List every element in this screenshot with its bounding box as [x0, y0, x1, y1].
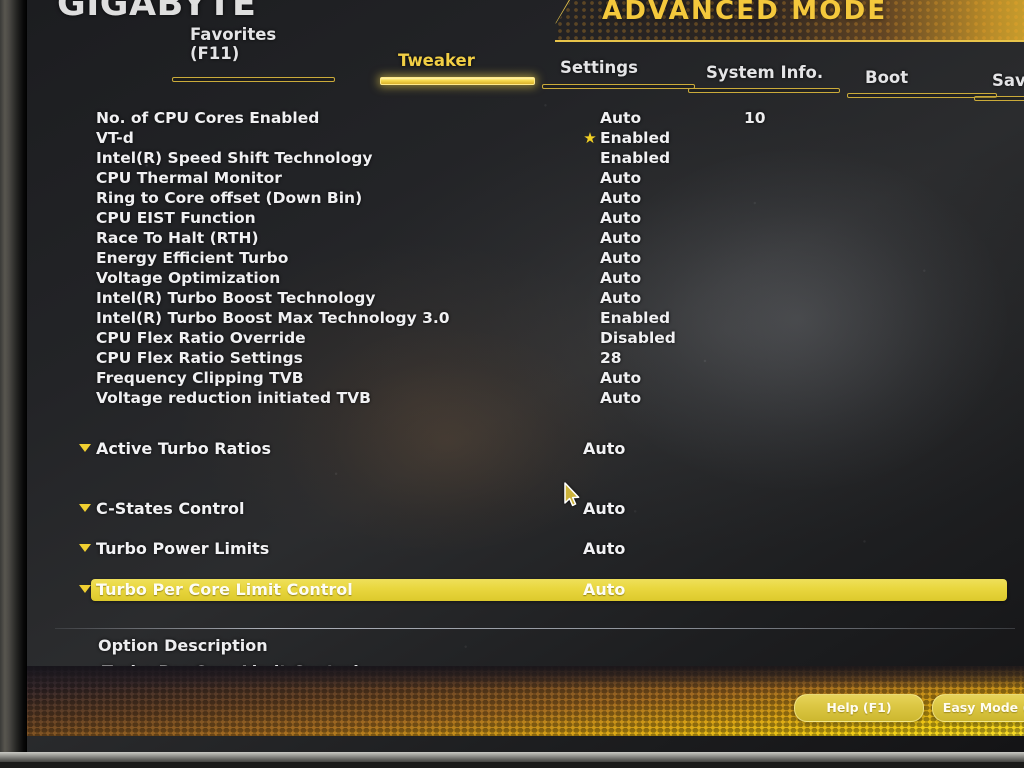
setting-value: 28 — [600, 349, 622, 367]
submenu-value: Auto — [583, 580, 626, 599]
setting-value: Auto — [600, 389, 642, 407]
mouse-pointer-icon — [564, 482, 580, 507]
setting-row-voltage-optimization[interactable]: Voltage Optimization Auto — [96, 268, 996, 288]
setting-value: Auto — [600, 249, 642, 267]
setting-value: Auto — [600, 189, 642, 207]
setting-value: Auto — [600, 269, 642, 287]
setting-value-secondary: 10 — [744, 109, 766, 127]
submenu-label: Turbo Power Limits — [96, 539, 270, 558]
setting-value: Auto — [600, 229, 642, 247]
setting-label: Intel(R) Speed Shift Technology — [96, 149, 373, 167]
setting-value: Enabled — [600, 149, 671, 167]
submenu-row-c-states-control[interactable]: C-States Control Auto — [79, 497, 1019, 521]
setting-row-intel-turbo-boost-max-technology-3[interactable]: Intel(R) Turbo Boost Max Technology 3.0 … — [96, 308, 996, 328]
setting-label: VT-d — [96, 129, 134, 147]
monitor-bezel-left — [0, 0, 27, 768]
triangle-down-icon — [79, 504, 91, 512]
setting-label: CPU Flex Ratio Settings — [96, 349, 303, 367]
triangle-down-icon — [79, 544, 91, 552]
setting-row-ring-to-core-offset[interactable]: Ring to Core offset (Down Bin) Auto — [96, 188, 996, 208]
setting-row-cpu-thermal-monitor[interactable]: CPU Thermal Monitor Auto — [96, 168, 996, 188]
help-button[interactable]: Help (F1) — [794, 694, 924, 722]
setting-row-cpu-flex-ratio-settings[interactable]: CPU Flex Ratio Settings 28 — [96, 348, 996, 368]
setting-label: CPU EIST Function — [96, 209, 256, 227]
setting-row-energy-efficient-turbo[interactable]: Energy Efficient Turbo Auto — [96, 248, 996, 268]
submenu-value: Auto — [583, 539, 626, 558]
option-description-title: Option Description — [98, 636, 268, 655]
setting-label: Voltage Optimization — [96, 269, 281, 287]
setting-value: Disabled — [600, 329, 676, 347]
monitor-photo: ADVANCED MODE GIGABYTE Favorites (F11) T… — [0, 0, 1024, 768]
setting-label: Energy Efficient Turbo — [96, 249, 289, 267]
setting-label: Race To Halt (RTH) — [96, 229, 259, 247]
setting-row-intel-turbo-boost-technology[interactable]: Intel(R) Turbo Boost Technology Auto — [96, 288, 996, 308]
setting-label: Frequency Clipping TVB — [96, 369, 304, 387]
submenu-value: Auto — [583, 439, 626, 458]
setting-value: Auto — [600, 169, 642, 187]
submenu-value: Auto — [583, 499, 626, 518]
setting-label: No. of CPU Cores Enabled — [96, 109, 320, 127]
setting-label: Intel(R) Turbo Boost Max Technology 3.0 — [96, 309, 450, 327]
setting-label: CPU Flex Ratio Override — [96, 329, 306, 347]
triangle-down-icon — [79, 444, 91, 452]
submenu-row-turbo-power-limits[interactable]: Turbo Power Limits Auto — [79, 537, 1019, 561]
submenu-label: Active Turbo Ratios — [96, 439, 272, 458]
setting-label: Intel(R) Turbo Boost Technology — [96, 289, 376, 307]
setting-value: Enabled — [600, 129, 671, 147]
setting-row-frequency-clipping-tvb[interactable]: Frequency Clipping TVB Auto — [96, 368, 996, 388]
setting-value: Auto — [600, 369, 642, 387]
submenu-row-active-turbo-ratios[interactable]: Active Turbo Ratios Auto — [79, 437, 1019, 461]
setting-row-intel-speed-shift-technology[interactable]: Intel(R) Speed Shift Technology Enabled — [96, 148, 996, 168]
setting-label: CPU Thermal Monitor — [96, 169, 282, 187]
setting-row-voltage-reduction-initiated-tvb[interactable]: Voltage reduction initiated TVB Auto — [96, 388, 996, 408]
triangle-down-icon — [79, 585, 91, 593]
setting-value: Auto — [600, 209, 642, 227]
setting-value: Auto — [600, 289, 642, 307]
option-description-divider — [55, 628, 1015, 629]
setting-row-vt-d[interactable]: VT-d ★ Enabled — [96, 128, 996, 148]
setting-label: Voltage reduction initiated TVB — [96, 389, 371, 407]
bios-screen: ADVANCED MODE GIGABYTE Favorites (F11) T… — [27, 0, 1024, 752]
easy-mode-button[interactable]: Easy Mode (F2) — [932, 694, 1024, 722]
setting-row-cpu-eist-function[interactable]: CPU EIST Function Auto — [96, 208, 996, 228]
favorite-star-icon[interactable]: ★ — [583, 131, 597, 146]
submenu-label: C-States Control — [96, 499, 245, 518]
setting-row-cpu-flex-ratio-override[interactable]: CPU Flex Ratio Override Disabled — [96, 328, 996, 348]
setting-value: Enabled — [600, 309, 671, 327]
setting-row-race-to-halt[interactable]: Race To Halt (RTH) Auto — [96, 228, 996, 248]
submenu-row-turbo-per-core-limit-control[interactable]: Turbo Per Core Limit Control Auto — [79, 578, 1019, 602]
setting-row-no-of-cpu-cores-enabled[interactable]: No. of CPU Cores Enabled Auto 10 — [96, 108, 996, 128]
submenu-label: Turbo Per Core Limit Control — [96, 580, 353, 599]
monitor-bezel-bottom-edge — [0, 762, 1024, 768]
setting-label: Ring to Core offset (Down Bin) — [96, 189, 363, 207]
setting-value: Auto — [600, 109, 642, 127]
